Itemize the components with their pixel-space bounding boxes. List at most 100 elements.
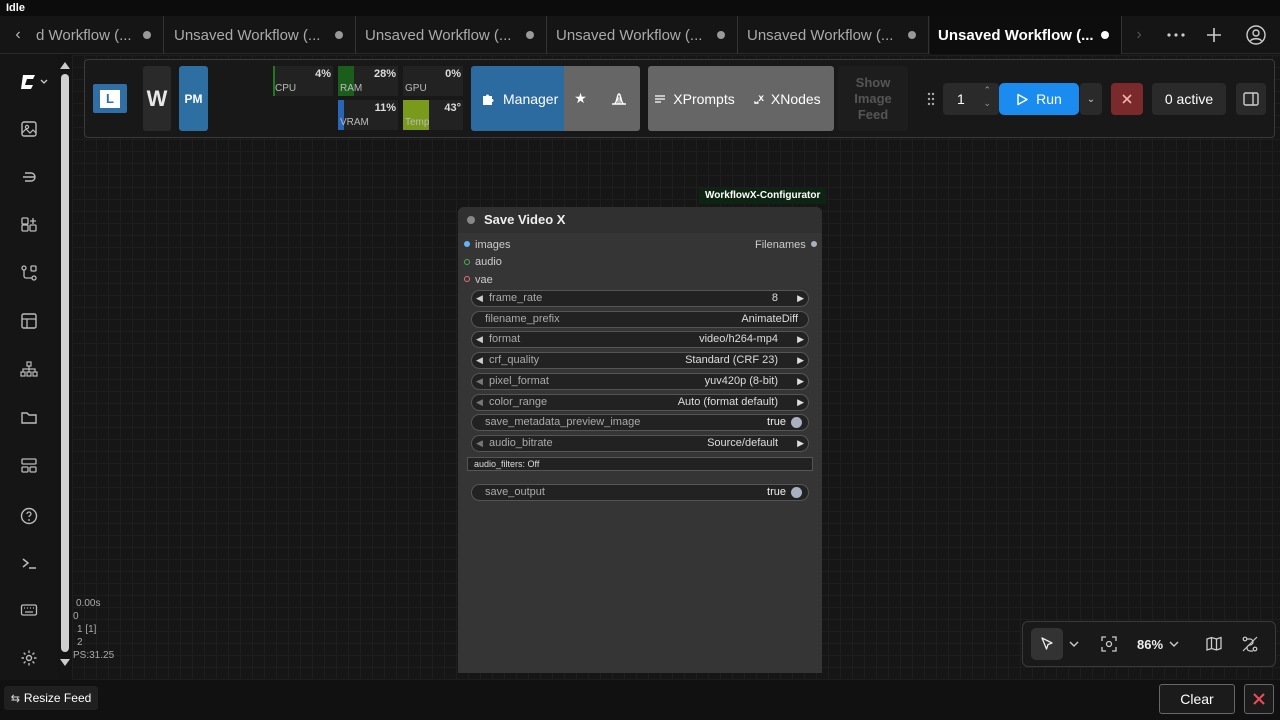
keyboard-icon[interactable] (19, 600, 39, 620)
save-metadata-preview-toggle[interactable]: save_metadata_preview_image true (471, 414, 809, 431)
increment-icon[interactable]: ⌃ (983, 85, 991, 96)
hide-links-icon[interactable] (1241, 635, 1259, 653)
logo-button[interactable]: L (93, 84, 127, 113)
unsaved-dot-icon (1101, 31, 1109, 39)
scroll-up-arrow-icon[interactable] (60, 62, 70, 69)
decrement-arrow-icon[interactable]: ◀ (476, 376, 483, 387)
frame-rate-widget[interactable]: ◀ frame_rate 8 ▶ (471, 290, 809, 307)
tab-workflow-1[interactable]: d Workflow (... (28, 16, 164, 54)
images-input-slot[interactable] (464, 241, 470, 247)
increment-arrow-icon[interactable]: ▶ (797, 376, 804, 387)
comfy-logo-icon[interactable] (18, 72, 50, 92)
images-icon[interactable] (19, 119, 39, 139)
collapse-dot-icon[interactable] (467, 216, 475, 224)
tab-workflow-2[interactable]: Unsaved Workflow (... (166, 16, 356, 54)
tabs-scroll-right-icon[interactable]: › (1124, 16, 1154, 54)
terminal-icon[interactable] (19, 553, 39, 573)
clear-feed-button[interactable]: Clear (1159, 684, 1235, 714)
new-tab-plus-icon[interactable] (1199, 16, 1229, 54)
drag-handle-icon[interactable] (925, 90, 937, 108)
toggle-panel-button[interactable] (1236, 83, 1266, 115)
folder-icon[interactable] (19, 407, 39, 427)
increment-arrow-icon[interactable]: ▶ (797, 293, 804, 304)
sidebar-scrollbar[interactable] (58, 60, 72, 668)
unsaved-dot-icon (335, 31, 343, 39)
tab-label: Unsaved Workflow (... (174, 26, 321, 44)
workflows-icon[interactable] (19, 263, 39, 283)
increment-arrow-icon[interactable]: ▶ (797, 438, 804, 449)
pixel-format-widget[interactable]: ◀ pixel_format yuv420p (8-bit) ▶ (471, 373, 809, 390)
cancel-button[interactable] (1111, 83, 1143, 115)
filenames-output-label: Filenames (755, 239, 806, 251)
decrement-arrow-icon[interactable]: ◀ (476, 438, 483, 449)
zoom-level-dropdown[interactable]: 86% (1130, 634, 1186, 654)
templates-icon[interactable] (19, 311, 39, 331)
audio-input-label: audio (475, 256, 502, 268)
show-image-feed-button[interactable]: Show Image Feed (838, 66, 908, 131)
toggle-knob (791, 417, 802, 428)
vae-input-slot[interactable] (464, 276, 470, 282)
star-button[interactable]: ★ (564, 66, 597, 131)
close-feed-button[interactable] (1244, 684, 1274, 714)
tab-workflow-active[interactable]: Unsaved Workflow (... (930, 16, 1122, 54)
layout-icon[interactable] (19, 455, 39, 475)
pm-button[interactable]: PM (179, 66, 208, 131)
more-icon[interactable] (1161, 16, 1191, 54)
resize-feed-button[interactable]: ⇆ Resize Feed (4, 686, 98, 710)
pointer-icon (1041, 637, 1053, 650)
xnodes-button[interactable]: ⎵x XNodes (741, 66, 834, 131)
scroll-thumb[interactable] (61, 74, 69, 652)
sliders-icon: ⇆ (10, 692, 20, 705)
scroll-down-arrow-icon[interactable] (60, 659, 70, 666)
active-queue-button[interactable]: 0 active (1152, 83, 1226, 115)
title-bar: Idle (0, 0, 1280, 16)
node-group-badge: WorkflowX-Configurator (699, 188, 827, 204)
tool-dropdown-chevron-icon[interactable] (1066, 636, 1082, 652)
decrement-arrow-icon[interactable]: ◀ (476, 355, 483, 366)
select-tool-button[interactable] (1031, 628, 1063, 660)
bell-curve-icon (611, 92, 626, 105)
xprompts-button[interactable]: XPrompts (648, 66, 741, 131)
vram-monitor: 11% VRAM (338, 100, 398, 130)
audio-bitrate-widget[interactable]: ◀ audio_bitrate Source/default ▶ (471, 435, 809, 452)
save-output-toggle[interactable]: save_output true (471, 484, 809, 501)
increment-arrow-icon[interactable]: ▶ (797, 334, 804, 345)
images-input-label: images (475, 239, 511, 251)
decrement-icon[interactable]: ⌄ (983, 98, 991, 109)
toggle-knob (791, 487, 802, 498)
minimap-icon[interactable] (1205, 635, 1223, 653)
filenames-output-slot[interactable] (811, 241, 817, 247)
run-button[interactable]: Run (999, 83, 1079, 115)
color-range-widget[interactable]: ◀ color_range Auto (format default) ▶ (471, 394, 809, 411)
manager-button[interactable]: Manager (471, 66, 564, 131)
tab-workflow-3[interactable]: Unsaved Workflow (... (357, 16, 547, 54)
fit-view-icon[interactable] (1100, 635, 1118, 653)
settings-gear-icon[interactable] (19, 648, 39, 668)
run-options-dropdown[interactable]: ⌄ (1080, 83, 1102, 115)
queue-count-input[interactable]: 1 ⌃ ⌄ (943, 83, 999, 115)
decrement-arrow-icon[interactable]: ◀ (476, 293, 483, 304)
help-icon[interactable] (19, 506, 39, 526)
lines-icon (655, 94, 666, 103)
node-header[interactable]: Save Video X (458, 207, 822, 233)
crf-quality-widget[interactable]: ◀ crf_quality Standard (CRF 23) ▶ (471, 352, 809, 369)
format-widget[interactable]: ◀ format video/h264-mp4 ▶ (471, 331, 809, 348)
decrement-arrow-icon[interactable]: ◀ (476, 397, 483, 408)
tab-workflow-5[interactable]: Unsaved Workflow (... (739, 16, 929, 54)
model-library-icon[interactable] (19, 167, 39, 187)
audio-filters-field[interactable]: audio_filters: Off (467, 457, 813, 471)
w-button[interactable]: W (143, 66, 171, 131)
sampler-button[interactable] (597, 66, 640, 131)
tab-workflow-4[interactable]: Unsaved Workflow (... (548, 16, 738, 54)
increment-arrow-icon[interactable]: ▶ (797, 355, 804, 366)
hierarchy-icon[interactable] (19, 359, 39, 379)
filename-prefix-widget[interactable]: filename_prefix AnimateDiff (471, 311, 809, 328)
audio-input-slot[interactable] (464, 259, 470, 265)
stats-line-4: 2 (77, 637, 83, 648)
decrement-arrow-icon[interactable]: ◀ (476, 334, 483, 345)
increment-arrow-icon[interactable]: ▶ (797, 397, 804, 408)
user-icon[interactable] (1241, 16, 1271, 54)
play-icon (1017, 93, 1028, 105)
node-library-icon[interactable] (19, 215, 39, 235)
tab-label: d Workflow (... (36, 26, 132, 44)
